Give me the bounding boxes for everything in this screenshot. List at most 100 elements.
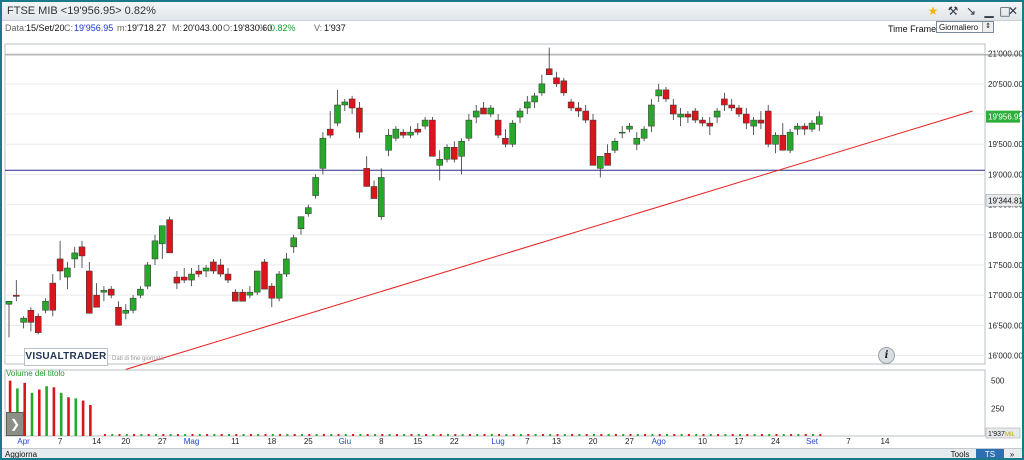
volume-bar-small <box>476 434 479 436</box>
high-label: M: <box>172 23 182 33</box>
day-axis-label: 11 <box>231 437 240 446</box>
volume-bar-small <box>176 434 179 436</box>
volume-bar-small <box>395 434 398 436</box>
candle-body <box>626 125 633 130</box>
volume-bar-small <box>330 434 333 436</box>
play-arrow-icon[interactable]: ❯ <box>6 412 24 436</box>
candle-body <box>480 107 487 115</box>
volume-bar-small <box>264 434 267 436</box>
candle-body <box>356 107 363 133</box>
info-icon[interactable]: i <box>878 347 895 364</box>
candle-body <box>472 110 480 118</box>
day-axis-label: 8 <box>379 437 384 446</box>
candle-body <box>100 290 108 293</box>
close-value: 19'956.95 <box>74 23 114 33</box>
candle-body <box>443 146 451 160</box>
volume-bar-small <box>490 434 493 436</box>
candle-body <box>253 270 261 293</box>
ts-off-button[interactable]: TS OFF <box>976 449 1004 458</box>
price-chart[interactable]: 21'000.0020'500.0020'000.0019'500.0019'0… <box>2 36 1022 446</box>
pct-label: %: <box>259 23 270 33</box>
volume-bar <box>59 392 63 436</box>
price-tick-label: 18'000.00 <box>988 231 1022 240</box>
volume-bar-small <box>753 434 756 436</box>
volume-bar-small <box>651 434 654 436</box>
tools-button[interactable]: Tools <box>946 449 974 458</box>
volume-bar-small <box>549 434 552 436</box>
volume-bar <box>38 389 41 436</box>
volume-bar-small <box>169 434 172 436</box>
timeframe-select[interactable]: Giornaliero ⇕ <box>936 21 994 33</box>
month-axis-label: Giu <box>339 437 351 446</box>
volume-bar-small <box>337 434 340 436</box>
more-button[interactable]: » <box>1006 449 1018 458</box>
candle-body <box>399 131 407 136</box>
candle-body <box>764 110 772 145</box>
visualtrader-logo: VISUALTRADER <box>24 348 108 366</box>
volume-bar-small <box>191 434 194 436</box>
volume-bar <box>67 397 70 436</box>
volume-bar-small <box>629 434 632 436</box>
price-panel <box>4 43 986 365</box>
volume-bar-small <box>563 434 566 436</box>
volume-bar-small <box>308 434 311 436</box>
volume-panel <box>4 369 986 437</box>
hline-price-label: 19'344.81 <box>988 196 1022 205</box>
volume-bar-small <box>432 434 435 436</box>
candle-body <box>64 267 71 278</box>
candle-body <box>567 101 575 109</box>
star-icon[interactable]: ★ <box>924 3 942 19</box>
pin-icon[interactable]: ↘ <box>962 3 980 19</box>
volume-bar-small <box>322 434 325 436</box>
candle-body <box>691 110 699 121</box>
volume-bar-small <box>731 434 734 436</box>
candle-body <box>589 119 597 166</box>
volume-bar-small <box>812 434 814 436</box>
volume-bar-small <box>271 434 274 436</box>
volume-bar-small <box>454 434 457 436</box>
aggiorna-button[interactable]: Aggiorna <box>5 450 37 458</box>
candle-body <box>385 134 392 151</box>
volume-bar-small <box>483 434 486 436</box>
last-price-label: 19'956.95 <box>988 113 1022 122</box>
volume-bar-small <box>213 434 216 436</box>
close-icon[interactable]: ✕ <box>1006 3 1020 19</box>
volume-bar-small <box>417 434 420 436</box>
candle-body <box>122 310 130 314</box>
volume-bar-small <box>140 434 143 436</box>
volume-bar <box>30 392 34 436</box>
price-tick-label: 16'500.00 <box>988 321 1022 330</box>
candle-body <box>494 119 502 136</box>
day-axis-label: 7 <box>525 437 530 446</box>
candle-body <box>779 134 787 151</box>
volume-tick-label: 250 <box>991 404 1005 413</box>
volume-bar-small <box>439 434 442 436</box>
candle-body <box>816 116 823 125</box>
low-value: 19'718.27 <box>127 23 167 33</box>
price-tick-label: 21'000.00 <box>988 50 1022 59</box>
candle-body <box>180 276 188 281</box>
month-axis-label: Mag <box>184 437 200 446</box>
vol-label: V: <box>314 23 323 33</box>
day-axis-label: 20 <box>121 437 130 446</box>
volume-bar-small <box>760 434 763 436</box>
volume-bar-small <box>220 434 223 436</box>
candle-body <box>808 122 816 130</box>
volume-bar-small <box>804 434 807 436</box>
day-axis-label: 17 <box>735 437 744 446</box>
day-axis-label: 27 <box>625 437 634 446</box>
price-tick-label: 17'000.00 <box>988 291 1022 300</box>
volume-bar-small <box>505 434 508 436</box>
volume-bar-small <box>534 434 537 436</box>
hammer-icon[interactable]: ⚒ <box>944 3 962 19</box>
bottom-toolbar: Aggiorna Tools TS OFF » <box>2 448 1022 458</box>
candle-body <box>305 207 312 214</box>
candle-body <box>786 131 794 151</box>
candle-body <box>334 104 341 124</box>
candle-body <box>487 107 495 115</box>
volume-bar-small <box>359 434 362 436</box>
candle-body <box>5 300 13 305</box>
volume-bar-small <box>374 434 376 436</box>
candle-body <box>246 291 254 296</box>
candle-body <box>772 134 779 145</box>
